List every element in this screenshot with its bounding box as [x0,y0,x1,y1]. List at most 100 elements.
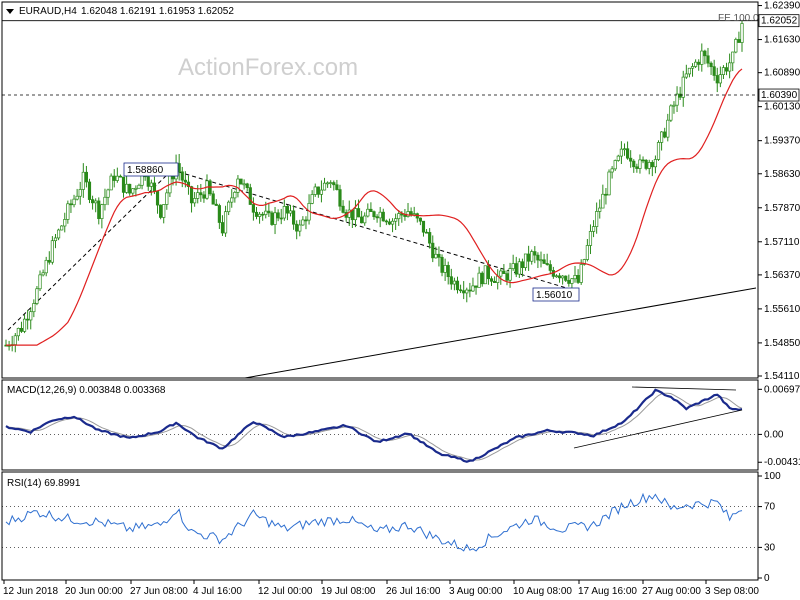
candle-body [84,171,88,183]
candle-body [196,192,200,199]
candle-body [118,175,123,178]
candle-body [214,203,218,206]
candle-body [601,193,605,209]
candle-body [16,327,20,337]
candle-body [390,220,395,225]
candle-body [511,263,515,269]
time-axis: 12 Jun 2018 20 Jun 00:00 27 Jun 08:00 4 Jul… [3,580,759,597]
candle-body [106,189,110,198]
candle-body [703,50,707,57]
price-panel-frame [1,1,759,379]
candle-body [409,211,413,215]
candle-body [285,206,289,214]
candle-body [502,270,506,274]
candle-body [100,204,104,219]
candle-body [360,216,364,224]
candle-body [35,288,39,304]
candle-body [134,187,138,190]
swing-low-label: 1.56010 [536,290,573,301]
rsi-panel-frame [1,471,759,581]
candle-body [326,182,330,185]
fibonacci-extension-label: FE 100.0 [718,13,759,24]
candle-body [66,203,70,220]
price-axis: 1.62390 1.61630 1.60890 1.60130 1.59370 1.586… [758,1,800,382]
candle-body [709,62,713,68]
watermark: ActionForex.com [178,54,358,81]
candle-body [715,75,719,84]
candle-body [63,219,67,227]
candle-body [468,289,472,292]
candle-body [50,240,54,263]
candle-body [332,182,336,186]
candle-body [193,198,197,204]
candle-body [666,119,670,138]
candle-body [301,219,305,226]
candle-body [576,275,580,283]
price-tick-label: 1.54110 [764,371,800,382]
candle-body [656,142,661,160]
candle-body [322,182,327,191]
candle-body [384,220,388,223]
candle-body [356,208,361,218]
candle-body [254,211,259,217]
candle-body [131,188,135,194]
candle-body [588,231,593,246]
candle-body [570,278,574,284]
candle-body [579,264,583,283]
candle-body [94,200,98,204]
candle-body [47,259,51,263]
candle-body [103,196,107,206]
candle-body [734,39,738,53]
candle-body [684,73,688,78]
candle-body [387,221,392,225]
candle-body [595,211,599,227]
swing-high-label: 1.58860 [127,165,164,176]
candle-body [270,212,274,225]
candle-body [381,211,385,222]
candle-body [69,203,73,206]
candle-body [298,224,302,232]
rsi-tick-label: 30 [764,542,776,553]
candle-body [489,278,494,282]
candle-body [183,179,187,183]
candle-body [264,210,268,215]
candle-body [353,208,358,221]
candle-body [424,231,429,234]
candle-body [542,259,546,264]
time-tick-label: 17 Aug 16:00 [578,586,637,597]
candle-body [236,178,240,193]
candle-body [137,184,141,189]
candle-body [282,206,286,219]
candle-body [591,226,596,232]
macd-legend: MACD(12,26,9) 0.003848 0.003368 [7,385,166,396]
time-tick-label: 27 Aug 00:00 [642,586,701,597]
time-tick-label: 26 Jul 16:00 [386,586,441,597]
candle-body [431,242,435,259]
candle-body [731,51,735,64]
candle-body [625,148,630,159]
level-tag-label: 1.60390 [761,90,798,101]
macd-tick-label: 0.006976 [764,384,800,395]
candle-body [394,218,398,222]
candle-body [267,210,271,214]
time-tick-label: 3 Aug 00:00 [449,586,503,597]
candle-body [486,265,491,280]
candle-body [329,182,333,184]
candle-body [712,66,716,76]
candle-body [610,168,614,173]
candle-body [378,211,382,219]
rsi-legend: RSI(14) 69.8991 [7,478,81,489]
candle-body [87,181,92,200]
candle-body [149,182,153,187]
candle-body [647,162,651,169]
candle-body [412,213,416,216]
candle-body [372,211,376,218]
candle-body [406,211,410,217]
candle-body [660,131,664,143]
candle-body [310,194,314,204]
candle-body [19,327,24,332]
candle-body [706,55,710,64]
candle-body [304,219,308,222]
candle-body [288,210,293,214]
candle-body [316,186,320,195]
